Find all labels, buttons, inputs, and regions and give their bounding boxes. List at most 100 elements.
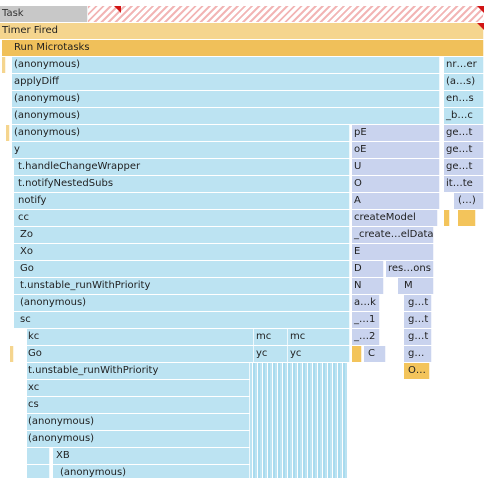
frame-yellow-sliver[interactable] [458,210,476,226]
timer-fired-label: Timer Fired [2,25,58,36]
long-task-marker-icon [114,6,121,13]
frame-label: ge…t [446,161,473,172]
frame-label: en…s [446,93,474,104]
frame-anonymous[interactable]: (anonymous) [26,431,250,447]
frame-anonymous[interactable]: (anonymous) [12,108,440,124]
frame-d[interactable]: D [352,261,384,277]
long-task-marker-icon [477,6,484,13]
timer-fired-block[interactable]: Timer Fired [0,23,484,39]
frame-label: t.unstable_runWithPriority [20,280,151,291]
frame-applydiff[interactable]: applyDiff [12,74,440,90]
frame-kc[interactable]: kc [26,329,254,345]
frame-go[interactable]: Go [14,261,350,277]
dense-calls-region[interactable] [250,363,348,478]
frame-label: g…t [408,314,429,325]
frame-unstable-runwithpriority[interactable]: t.unstable_runWithPriority [26,363,250,379]
frame-far-right[interactable]: ge…t [444,125,484,141]
frame-o[interactable]: O [352,176,440,192]
frame-notify[interactable]: notify [14,193,350,209]
sliver-frame[interactable] [6,125,10,141]
frame-far-right[interactable]: (a…s) [444,74,484,90]
frame-far-right[interactable]: ge…t [444,159,484,175]
frame-label: applyDiff [14,76,59,87]
frame-label: _create…elData [354,229,434,240]
frame-g-t[interactable]: g…t [404,329,432,345]
frame-createmodel[interactable]: createModel [352,210,438,226]
frame-notifynestedsubs[interactable]: t.notifyNestedSubs [14,176,350,192]
frame-far-right[interactable]: en…s [444,91,484,107]
frame-o-yellow[interactable]: O… [404,363,430,379]
frame-yc[interactable]: yc [288,346,350,362]
frame-xo[interactable]: Xo [14,244,350,260]
frame-e[interactable]: E [352,244,434,260]
frame-anonymous[interactable]: (anonymous) [12,91,440,107]
frame-yc[interactable]: yc [254,346,288,362]
frame-createdata[interactable]: _create…elData [352,227,434,243]
frame-cs[interactable]: cs [26,397,250,413]
frame-c[interactable]: C [364,346,386,362]
frame-far-right[interactable]: nr…er [444,57,484,73]
frame-label: (anonymous) [28,416,95,427]
frame-mc[interactable]: mc [288,329,350,345]
frame-g-t[interactable]: g…t [404,312,432,328]
frame-label: (a…s) [446,76,476,87]
frame-label: createModel [354,212,416,223]
frame-label: t.handleChangeWrapper [18,161,141,172]
frame-one[interactable]: _…1 [352,312,380,328]
frame-a-k[interactable]: a…k [352,295,380,311]
frame-label: (anonymous) [14,127,81,138]
frame-far-right[interactable]: _b…c [444,108,484,124]
frame-n[interactable]: N [352,278,384,294]
frame-a[interactable]: A [352,193,440,209]
frame-pe[interactable]: pE [352,125,440,141]
frame-label: U [354,161,362,172]
frame-far-right[interactable]: it…te [444,176,484,192]
frame-anonymous[interactable]: (anonymous) [12,125,350,141]
frame-anonymous[interactable]: (anonymous) [52,465,250,478]
frame-m[interactable]: M [398,278,434,294]
frame-label: y [14,144,20,155]
frame-unnamed[interactable] [26,448,50,464]
frame-xc[interactable]: xc [26,380,250,396]
frame-far-right[interactable]: (…) [454,193,484,209]
task-long-task-hatch[interactable] [88,6,484,22]
frame-label: t.notifyNestedSubs [18,178,114,189]
frame-oe[interactable]: oE [352,142,440,158]
frame-label: yc [290,348,302,359]
frame-far-right[interactable]: ge…t [444,142,484,158]
frame-label: a…k [354,297,376,308]
frame-sc[interactable]: sc [14,312,350,328]
frame-unstable-runwithpriority[interactable]: t.unstable_runWithPriority [14,278,350,294]
frame-label: g… [408,348,425,359]
frame-zo[interactable]: Zo [14,227,350,243]
frame-mc[interactable]: mc [254,329,288,345]
frame-handlechangewrapper[interactable]: t.handleChangeWrapper [14,159,350,175]
frame-label: kc [28,331,40,342]
frame-u[interactable]: U [352,159,440,175]
frame-anonymous[interactable]: (anonymous) [12,57,440,73]
frame-label: ge…t [446,127,473,138]
frame-label: g…t [408,331,429,342]
frame-cc[interactable]: cc [14,210,350,226]
frame-go[interactable]: Go [26,346,254,362]
sliver-frame[interactable] [2,57,6,73]
frame-g[interactable]: g… [404,346,432,362]
run-microtasks-label: Run Microtasks [14,42,90,53]
frame-anonymous[interactable]: (anonymous) [14,295,350,311]
frame-two[interactable]: _…2 [352,329,380,345]
frame-label: (anonymous) [60,467,127,478]
frame-y[interactable]: y [12,142,350,158]
frame-anonymous[interactable]: (anonymous) [26,414,250,430]
frame-yellow-sliver[interactable] [444,210,450,226]
frame-res-ons[interactable]: res…ons [386,261,434,277]
frame-label: E [354,246,361,257]
frame-g-t[interactable]: g…t [404,295,432,311]
sliver-frame[interactable] [10,346,14,362]
frame-yellow-sliver[interactable] [352,346,362,362]
frame-label: N [354,280,362,291]
frame-xb[interactable]: XB [52,448,250,464]
frame-unnamed[interactable] [26,465,50,478]
frame-label: t.unstable_runWithPriority [28,365,159,376]
task-block[interactable]: Task [0,6,88,22]
run-microtasks-block[interactable]: Run Microtasks [2,40,484,56]
